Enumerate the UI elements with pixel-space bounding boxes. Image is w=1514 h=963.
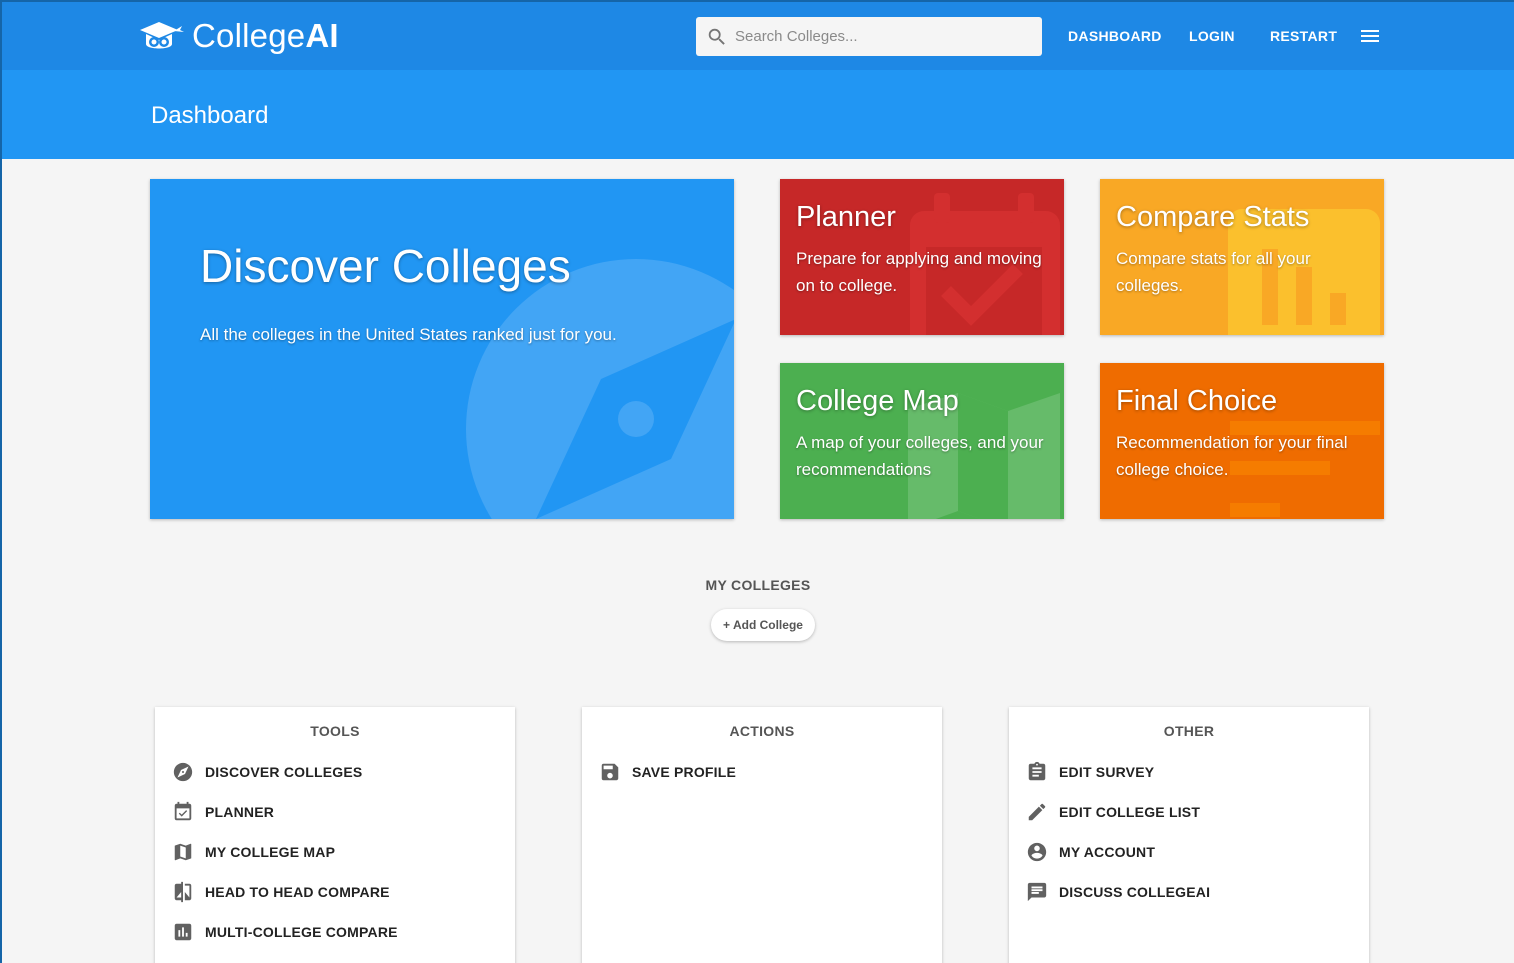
other-edit-college-list-item[interactable]: EDIT COLLEGE LIST bbox=[1026, 800, 1200, 824]
actions-panel: ACTIONS SAVE PROFILE bbox=[582, 707, 942, 963]
search-input[interactable] bbox=[735, 28, 1025, 45]
other-item-label: EDIT SURVEY bbox=[1059, 764, 1155, 780]
account-icon bbox=[1027, 842, 1047, 862]
compare-tile-desc: Compare stats for all your colleges. bbox=[1116, 249, 1311, 295]
search-icon bbox=[708, 28, 725, 45]
save-icon bbox=[601, 763, 619, 781]
map-tile-desc: A map of your colleges, and your recomme… bbox=[796, 433, 1044, 479]
hamburger-menu-icon[interactable] bbox=[1359, 26, 1381, 46]
calendar-check-icon bbox=[174, 801, 192, 821]
other-edit-survey-item[interactable]: EDIT SURVEY bbox=[1026, 760, 1154, 784]
compass-background-icon bbox=[466, 259, 734, 519]
tools-item-label: HEAD TO HEAD COMPARE bbox=[205, 884, 390, 900]
discover-tile-desc: All the colleges in the United States ra… bbox=[200, 325, 617, 344]
my-colleges-heading: MY COLLEGES bbox=[705, 577, 811, 593]
other-discuss-item[interactable]: DISCUSS COLLEGEAI bbox=[1026, 880, 1210, 904]
other-panel: OTHER EDIT SURVEY EDIT COLLEGE LIST MY A… bbox=[1009, 707, 1369, 963]
other-item-label: DISCUSS COLLEGEAI bbox=[1059, 884, 1211, 900]
map-tile-title: College Map bbox=[796, 385, 959, 417]
top-app-bar: CollegeAI DASHBOARD LOGIN RESTART bbox=[2, 2, 1514, 70]
college-map-tile[interactable]: College Map A map of your colleges, and … bbox=[780, 363, 1064, 519]
nav-dashboard-link[interactable]: DASHBOARD bbox=[1068, 28, 1162, 44]
compare-stats-tile[interactable]: Compare Stats Compare stats for all your… bbox=[1100, 179, 1384, 335]
planner-tile-desc: Prepare for applying and moving on to co… bbox=[796, 249, 1042, 295]
other-item-label: MY ACCOUNT bbox=[1059, 844, 1156, 860]
brand-logo[interactable]: CollegeAI bbox=[134, 16, 339, 56]
other-panel-title: OTHER bbox=[1163, 723, 1215, 739]
tools-head-to-head-item[interactable]: HEAD TO HEAD COMPARE bbox=[172, 880, 390, 904]
discover-tile-title: Discover Colleges bbox=[200, 240, 571, 292]
page-header: Dashboard bbox=[2, 70, 1514, 159]
map-icon bbox=[174, 843, 192, 861]
clipboard-icon bbox=[1028, 761, 1046, 781]
bar-chart-icon bbox=[174, 923, 192, 941]
final-choice-tile[interactable]: Final Choice Recommendation for your fin… bbox=[1100, 363, 1384, 519]
compass-icon bbox=[173, 762, 193, 782]
tools-planner-item[interactable]: PLANNER bbox=[172, 800, 274, 824]
page-title: Dashboard bbox=[151, 102, 269, 129]
tools-discover-colleges-item[interactable]: DISCOVER COLLEGES bbox=[172, 760, 362, 784]
actions-panel-title: ACTIONS bbox=[729, 723, 795, 739]
planner-tile[interactable]: Planner Prepare for applying and moving … bbox=[780, 179, 1064, 335]
brand-name: CollegeAI bbox=[192, 17, 339, 54]
other-item-label: EDIT COLLEGE LIST bbox=[1059, 804, 1201, 820]
tools-college-map-item[interactable]: MY COLLEGE MAP bbox=[172, 840, 335, 864]
compare-tile-title: Compare Stats bbox=[1116, 201, 1310, 233]
actions-item-label: SAVE PROFILE bbox=[632, 764, 737, 780]
tools-item-label: PLANNER bbox=[205, 804, 275, 820]
nav-restart-link[interactable]: RESTART bbox=[1270, 28, 1337, 44]
planner-tile-title: Planner bbox=[796, 201, 896, 233]
tools-panel-title: TOOLS bbox=[310, 723, 360, 739]
pencil-icon bbox=[1028, 803, 1046, 821]
final-tile-title: Final Choice bbox=[1116, 385, 1278, 417]
search-box[interactable] bbox=[696, 17, 1042, 56]
other-my-account-item[interactable]: MY ACCOUNT bbox=[1026, 840, 1155, 864]
tools-multi-compare-item[interactable]: MULTI-COLLEGE COMPARE bbox=[172, 920, 398, 944]
tools-item-label: MY COLLEGE MAP bbox=[205, 844, 336, 860]
tools-panel: TOOLS DISCOVER COLLEGES PLANNER MY COLLE… bbox=[155, 707, 515, 963]
tools-item-label: MULTI-COLLEGE COMPARE bbox=[205, 924, 398, 940]
final-tile-desc: Recommendation for your final college ch… bbox=[1116, 433, 1348, 479]
discover-colleges-tile[interactable]: Discover Colleges All the colleges in th… bbox=[150, 179, 734, 519]
tools-item-label: DISCOVER COLLEGES bbox=[205, 764, 363, 780]
nav-login-link[interactable]: LOGIN bbox=[1189, 28, 1235, 44]
add-college-button[interactable]: + Add College bbox=[711, 609, 815, 641]
graduation-cap-logo-icon bbox=[140, 22, 184, 49]
actions-save-profile-item[interactable]: SAVE PROFILE bbox=[599, 760, 736, 784]
compare-icon bbox=[174, 881, 192, 903]
chat-icon bbox=[1027, 882, 1047, 902]
